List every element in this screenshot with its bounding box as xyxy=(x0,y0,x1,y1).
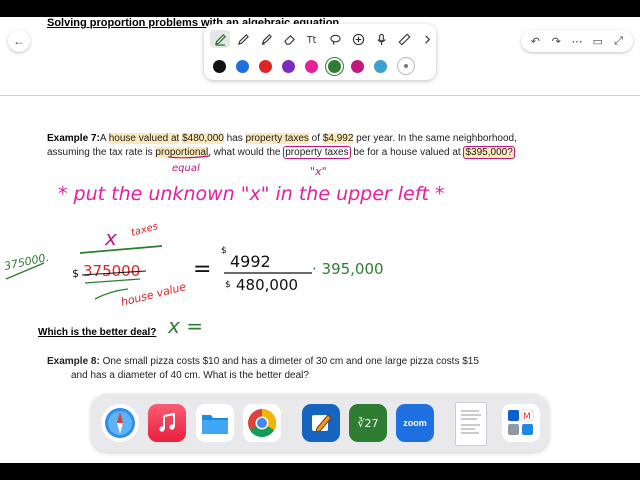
goodnotes-icon[interactable] xyxy=(302,404,340,442)
house-value-label: house value xyxy=(120,280,188,309)
multiplier: · 395,000 xyxy=(312,260,384,278)
crossed-value: 375000. xyxy=(3,251,50,273)
music-icon[interactable] xyxy=(148,404,186,442)
left-fraction-bar xyxy=(79,245,163,254)
app-dock: ∛27 zoom M xyxy=(91,394,549,452)
equals-sign: = xyxy=(193,257,211,282)
files-icon[interactable] xyxy=(196,404,234,442)
app-screen: Solving proportion problems with an alge… xyxy=(0,17,640,463)
rhs-denominator: 480,000 xyxy=(236,276,298,294)
rhs-dollar-bottom: $ xyxy=(225,280,231,290)
x-quote-note: "x" xyxy=(310,165,327,178)
rhs-dollar-top: $ xyxy=(221,246,227,256)
equal-note: equal xyxy=(172,163,200,174)
answer-x: x = xyxy=(167,314,203,338)
chrome-icon[interactable] xyxy=(243,404,281,442)
document-thumbnail[interactable] xyxy=(455,402,487,446)
safari-icon[interactable] xyxy=(101,404,139,442)
left-dollar: $ xyxy=(72,267,79,280)
rhs-numerator: 4992 xyxy=(230,252,271,271)
calculator-icon[interactable]: ∛27 xyxy=(349,404,387,442)
numerator-x: x xyxy=(104,226,117,250)
underline-proportional xyxy=(167,155,211,159)
denominator-value: 375000 xyxy=(83,262,140,280)
zoom-label: zoom xyxy=(403,418,427,428)
instruction-note: * put the unknown "x" in the upper left … xyxy=(58,183,444,205)
svg-text:M: M xyxy=(523,412,531,422)
calculator-label: ∛27 xyxy=(357,416,379,430)
app-folder-icon[interactable]: M xyxy=(502,404,540,442)
taxes-label: taxes xyxy=(130,221,159,239)
bottom-bar xyxy=(0,463,640,480)
zoom-icon[interactable]: zoom xyxy=(396,404,434,442)
